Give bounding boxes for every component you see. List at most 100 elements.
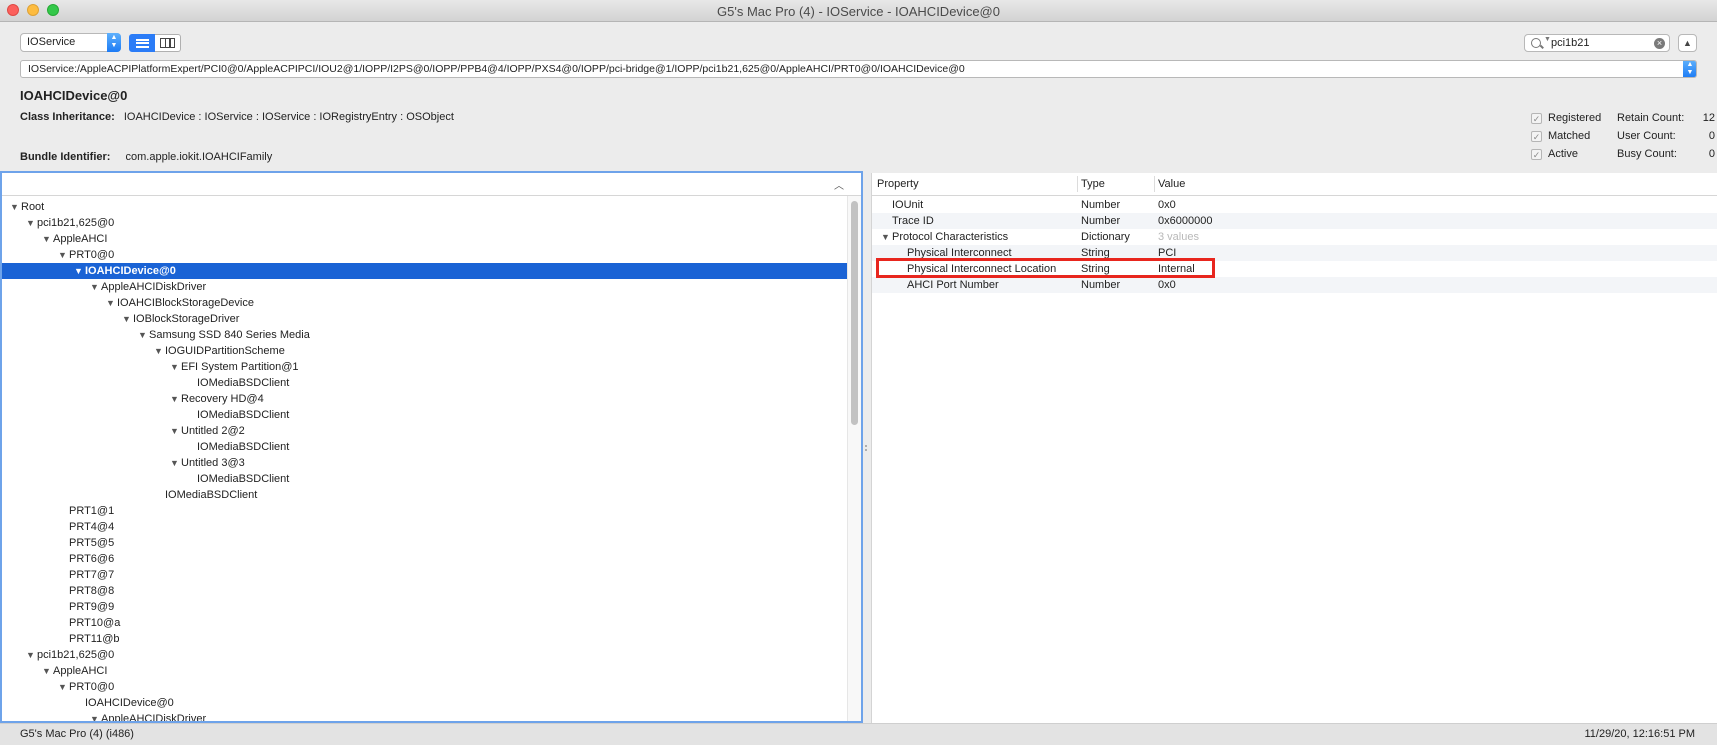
property-key: Trace ID <box>892 215 934 227</box>
disclosure-triangle-down-icon[interactable]: ▼ <box>122 311 133 327</box>
tree-row[interactable]: IOMediaBSDClient <box>2 471 847 487</box>
disclosure-triangle-down-icon[interactable]: ▼ <box>881 229 892 245</box>
user-count-value: 0 <box>1708 130 1715 142</box>
disclosure-triangle-down-icon[interactable]: ▼ <box>74 263 85 279</box>
tree-vertical-scrollbar[interactable] <box>847 196 861 721</box>
disclosure-triangle-down-icon[interactable]: ▼ <box>26 647 37 663</box>
disclosure-triangle-down-icon[interactable]: ▼ <box>170 391 181 407</box>
tree-row[interactable]: PRT10@a <box>2 615 847 631</box>
plane-select-value: IOService <box>27 36 76 48</box>
tree-row[interactable]: IOMediaBSDClient <box>2 375 847 391</box>
tree-row[interactable]: PRT1@1 <box>2 503 847 519</box>
columns-icon <box>160 38 175 48</box>
search-field[interactable]: ▼ pci1b21 × <box>1524 34 1670 52</box>
column-header-value[interactable]: Value <box>1158 178 1185 190</box>
tree-row[interactable]: ▼ IOBlockStorageDriver <box>2 311 847 327</box>
tree-row[interactable]: ▼ AppleAHCIDiskDriver <box>2 711 847 721</box>
property-key-cell: Trace ID <box>877 213 934 229</box>
tree-row[interactable]: IOMediaBSDClient <box>2 439 847 455</box>
tree-row[interactable]: PRT9@9 <box>2 599 847 615</box>
matched-checkbox: ✓ Matched <box>1531 130 1590 142</box>
tree-row[interactable]: ▼ PRT0@0 <box>2 247 847 263</box>
disclosure-triangle-down-icon[interactable]: ▼ <box>42 231 53 247</box>
property-row[interactable]: Trace ID Number 0x6000000 <box>872 213 1717 229</box>
tree-row-label: IOGUIDPartitionScheme <box>165 345 285 357</box>
disclosure-triangle-down-icon[interactable]: ▼ <box>154 343 165 359</box>
registry-tree-outline[interactable]: ︿ ▼ Root ▼ pci1b21,625@0 ▼ AppleAHCI ▼ PRT0@0 ▼ I… <box>0 171 863 723</box>
disclosure-triangle-down-icon[interactable]: ▼ <box>42 663 53 679</box>
list-view-button[interactable] <box>129 34 155 52</box>
tree-row[interactable]: ▼ pci1b21,625@0 <box>2 215 847 231</box>
column-header-property[interactable]: Property <box>877 178 919 190</box>
disclosure-triangle-down-icon[interactable]: ▼ <box>58 679 69 695</box>
property-key: Physical Interconnect Location <box>907 263 1057 275</box>
search-input-value[interactable]: pci1b21 <box>1551 37 1590 49</box>
tree-row[interactable]: PRT11@b <box>2 631 847 647</box>
property-key: Protocol Characteristics <box>892 231 1009 243</box>
tree-row[interactable]: ▼ AppleAHCI <box>2 663 847 679</box>
tree-row-label: PRT0@0 <box>69 249 115 261</box>
property-type: Number <box>1081 215 1121 227</box>
column-divider[interactable] <box>1077 176 1078 192</box>
property-row[interactable]: AHCI Port Number Number 0x0 <box>872 277 1717 293</box>
tree-row[interactable]: ▼ IOAHCIDevice@0 <box>2 263 847 279</box>
tree-row[interactable]: ▼ PRT0@0 <box>2 679 847 695</box>
property-row[interactable]: Physical Interconnect String PCI <box>872 245 1717 261</box>
column-header-type[interactable]: Type <box>1081 178 1105 190</box>
plane-select[interactable]: IOService ▲ ▼ <box>20 33 121 52</box>
tree-row[interactable]: ▼ AppleAHCI <box>2 231 847 247</box>
class-inheritance-value: IOAHCIDevice : IOService : IOService : I… <box>123 111 454 123</box>
tree-row[interactable]: ▼ IOGUIDPartitionScheme <box>2 343 847 359</box>
disclosure-triangle-down-icon[interactable]: ▼ <box>90 711 101 721</box>
tree-row[interactable]: IOMediaBSDClient <box>2 407 847 423</box>
disclosure-triangle-down-icon[interactable]: ▼ <box>170 423 181 439</box>
property-type: String <box>1081 263 1110 275</box>
property-row[interactable]: ▼ Protocol Characteristics Dictionary 3 val… <box>872 229 1717 245</box>
split-view-divider[interactable] <box>864 445 868 451</box>
tree-row[interactable]: IOAHCIDevice@0 <box>2 695 847 711</box>
tree-row[interactable]: ▼ AppleAHCIDiskDriver <box>2 279 847 295</box>
disclosure-triangle-down-icon[interactable]: ▼ <box>10 199 21 215</box>
tree-column-header[interactable]: ︿ <box>2 173 861 196</box>
tree-row-label: IOMediaBSDClient <box>197 409 290 421</box>
disclosure-triangle-down-icon[interactable]: ▼ <box>26 215 37 231</box>
disclosure-triangle-down-icon[interactable]: ▼ <box>138 327 149 343</box>
disclosure-triangle-down-icon[interactable]: ▼ <box>90 279 101 295</box>
disclosure-triangle-down-icon[interactable]: ▼ <box>106 295 117 311</box>
registry-path-select[interactable]: IOService:/AppleACPIPlatformExpert/PCI0@… <box>20 60 1697 78</box>
tree-row[interactable]: IOMediaBSDClient <box>2 487 847 503</box>
tree-row[interactable]: ▼ EFI System Partition@1 <box>2 359 847 375</box>
collapse-details-button[interactable]: ▲ <box>1678 34 1697 52</box>
active-label: Active <box>1548 148 1578 160</box>
column-view-button[interactable] <box>155 34 181 52</box>
view-mode-control <box>129 34 181 52</box>
disclosure-triangle-down-icon[interactable]: ▼ <box>170 455 181 471</box>
disclosure-triangle-down-icon[interactable]: ▼ <box>58 247 69 263</box>
property-row[interactable]: Physical Interconnect Location String Inte… <box>872 261 1717 277</box>
property-key: IOUnit <box>892 199 924 211</box>
tree-row[interactable]: PRT4@4 <box>2 519 847 535</box>
tree-row[interactable]: PRT6@6 <box>2 551 847 567</box>
tree-scrollbar-thumb[interactable] <box>851 201 858 425</box>
disclosure-triangle-down-icon[interactable]: ▼ <box>170 359 181 375</box>
tree-row[interactable]: PRT5@5 <box>2 535 847 551</box>
tree-row-label: IOMediaBSDClient <box>197 377 290 389</box>
tree-row[interactable]: ▼ Samsung SSD 840 Series Media <box>2 327 847 343</box>
properties-table[interactable]: Property Type Value IOUnit Number 0x0 Trace… <box>871 173 1717 723</box>
tree-row[interactable]: ▼ IOAHCIBlockStorageDevice <box>2 295 847 311</box>
sort-chevron-up-icon[interactable]: ︿ <box>834 177 844 192</box>
property-row[interactable]: IOUnit Number 0x0 <box>872 197 1717 213</box>
property-type: String <box>1081 247 1110 259</box>
tree-row[interactable]: PRT8@8 <box>2 583 847 599</box>
tree-row[interactable]: PRT7@7 <box>2 567 847 583</box>
clear-search-icon[interactable]: × <box>1654 38 1665 49</box>
column-divider[interactable] <box>1154 176 1155 192</box>
tree-row[interactable]: ▼ Untitled 2@2 <box>2 423 847 439</box>
search-menu-chevron-icon[interactable]: ▼ <box>1544 36 1551 43</box>
tree-row[interactable]: ▼ Untitled 3@3 <box>2 455 847 471</box>
class-inheritance-row: Class Inheritance: IOAHCIDevice : IOServ… <box>20 111 454 123</box>
tree-row[interactable]: ▼ pci1b21,625@0 <box>2 647 847 663</box>
tree-row[interactable]: ▼ Root <box>2 199 847 215</box>
busy-count-value: 0 <box>1708 148 1715 160</box>
tree-row[interactable]: ▼ Recovery HD@4 <box>2 391 847 407</box>
